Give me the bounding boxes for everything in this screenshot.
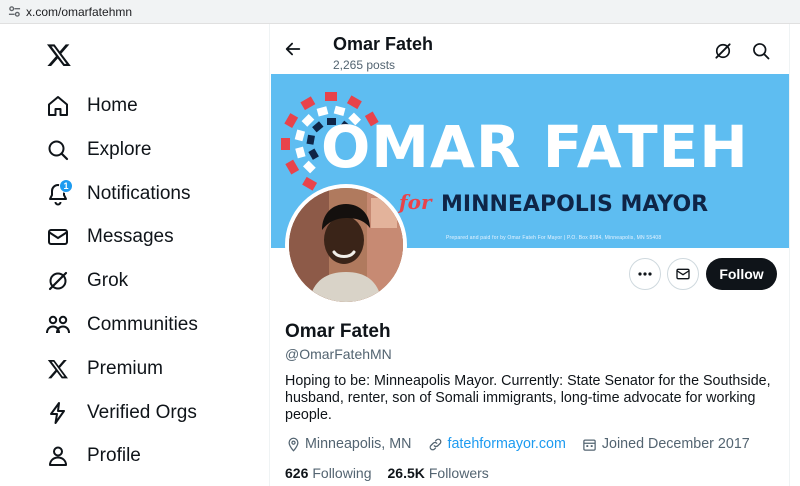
banner-title: OMAR FATEH — [321, 113, 749, 181]
browser-url-bar[interactable]: x.com/omarfatehmn — [0, 0, 800, 24]
followers-link[interactable]: 26.5K Followers — [388, 465, 489, 481]
avatar[interactable] — [285, 184, 407, 306]
following-link[interactable]: 626 Following — [285, 465, 372, 481]
sidebar-item-home[interactable]: Home — [44, 88, 138, 124]
lightning-icon — [44, 399, 72, 427]
sidebar-item-explore[interactable]: Explore — [44, 132, 151, 168]
sidebar-item-grok[interactable]: Grok — [44, 263, 128, 299]
message-button[interactable] — [667, 258, 699, 290]
search-icon[interactable] — [751, 41, 771, 61]
site-settings-icon[interactable] — [7, 5, 21, 19]
followers-label: Followers — [428, 465, 489, 481]
notification-badge: 1 — [59, 179, 73, 193]
sidebar-item-communities[interactable]: Communities — [44, 307, 198, 343]
profile-location: Minneapolis, MN — [305, 436, 412, 452]
home-icon — [44, 92, 72, 120]
grok-icon[interactable] — [713, 41, 733, 61]
profile-handle: @OmarFatehMN — [285, 346, 392, 362]
sidebar-item-premium[interactable]: Premium — [44, 351, 163, 387]
x-logo-icon — [44, 355, 72, 383]
sidebar-item-verified-orgs[interactable]: Verified Orgs — [44, 395, 197, 431]
profile-joined-date: Joined December 2017 — [601, 436, 750, 452]
calendar-icon — [582, 436, 598, 452]
back-arrow-icon[interactable] — [282, 38, 304, 60]
more-options-button[interactable] — [629, 258, 661, 290]
link-icon — [427, 436, 443, 452]
sidebar-item-label: Notifications — [87, 183, 191, 204]
search-icon — [44, 136, 72, 164]
sidebar-item-label: Communities — [87, 314, 198, 335]
profile-stats: 626 Following 26.5K Followers — [285, 465, 505, 481]
banner-fine-print: Prepared and paid for by Omar Fateh For … — [446, 235, 662, 241]
profile-header: Omar Fateh 2,265 posts — [270, 24, 789, 74]
sidebar-item-notifications[interactable]: 1 Notifications — [44, 176, 191, 212]
sidebar-item-label: Home — [87, 95, 138, 116]
header-post-count: 2,265 posts — [333, 58, 396, 72]
profile-name: Omar Fateh — [285, 321, 391, 342]
following-label: Following — [312, 465, 372, 481]
sidebar-item-label: Messages — [87, 226, 174, 247]
profile-meta: Minneapolis, MN fatehformayor.com Joined… — [285, 435, 750, 453]
location-pin-icon — [285, 436, 301, 452]
following-count: 626 — [285, 465, 309, 481]
more-icon — [638, 272, 652, 276]
envelope-icon — [676, 268, 690, 280]
x-logo-icon[interactable] — [46, 42, 72, 68]
sidebar-item-messages[interactable]: Messages — [44, 219, 174, 255]
url-text[interactable]: x.com/omarfatehmn — [26, 5, 132, 19]
sidebar-item-label: Verified Orgs — [87, 402, 197, 423]
followers-count: 26.5K — [387, 465, 425, 481]
profile-bio: Hoping to be: Minneapolis Mayor. Current… — [285, 373, 771, 423]
sidebar-item-label: Grok — [87, 270, 129, 291]
people-icon — [44, 311, 72, 339]
sidebar-item-label: Premium — [87, 358, 164, 379]
sidebar-item-profile[interactable]: Profile — [44, 438, 141, 474]
bell-icon: 1 — [44, 179, 73, 208]
banner-for: for — [399, 190, 432, 214]
person-icon — [44, 442, 72, 470]
sidebar: Home Explore 1 Notifications Messages Gr… — [0, 24, 268, 486]
envelope-icon — [44, 223, 72, 251]
follow-button[interactable]: Follow — [706, 258, 777, 290]
banner-subtitle: MINNEAPOLIS MAYOR — [441, 192, 709, 217]
grok-icon — [44, 267, 72, 295]
sidebar-item-label: Profile — [87, 445, 141, 466]
profile-website-link[interactable]: fatehformayor.com — [447, 436, 565, 452]
header-name: Omar Fateh — [333, 34, 434, 54]
sidebar-item-label: Explore — [87, 139, 152, 160]
profile-column: Omar Fateh 2,265 posts OMAR FATEH for MI… — [269, 24, 790, 486]
